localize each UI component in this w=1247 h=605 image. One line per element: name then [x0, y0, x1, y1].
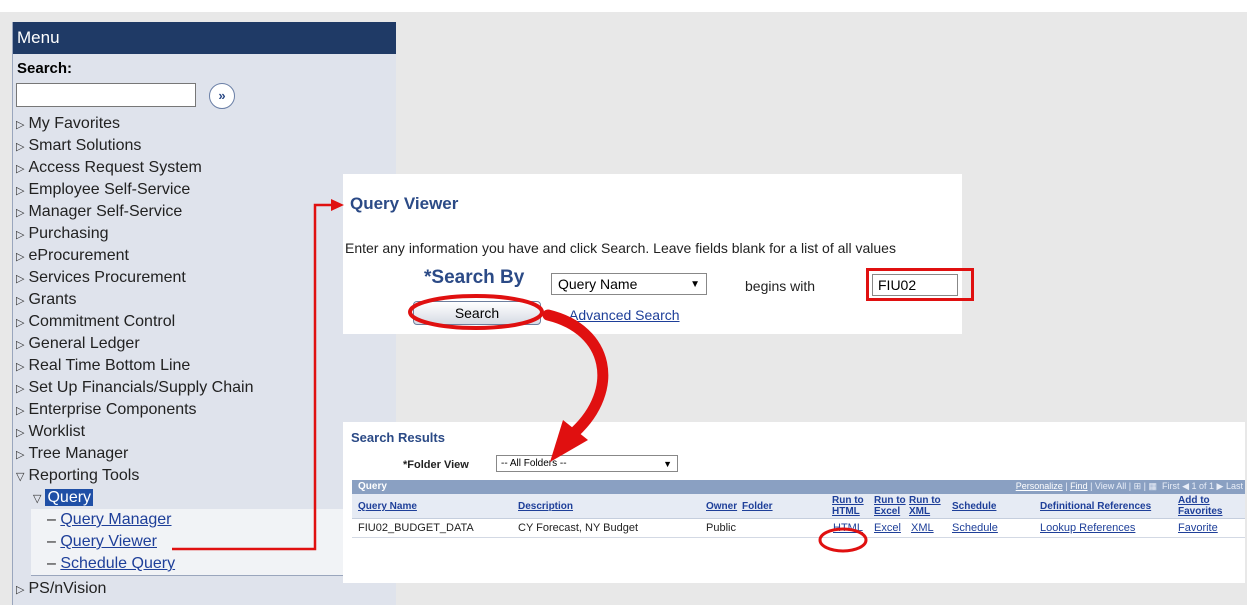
search-button-highlight: [408, 294, 544, 330]
html-link-highlight: [818, 527, 868, 553]
annotation-overlay: [172, 199, 868, 553]
curved-arrow: [542, 309, 609, 438]
connector-arrowhead: [331, 199, 344, 211]
connector-line: [172, 203, 332, 551]
